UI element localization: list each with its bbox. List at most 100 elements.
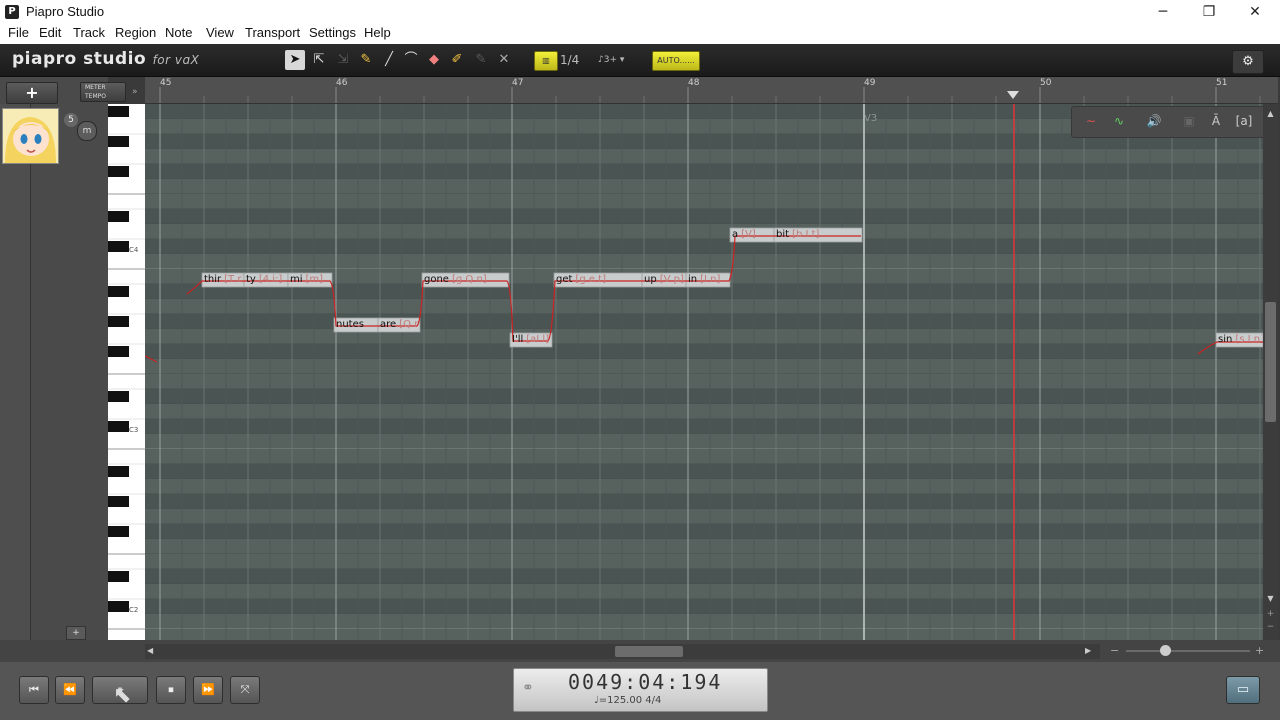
- note-label[interactable]: bit [b I t]: [776, 228, 861, 242]
- grid-row: [145, 404, 1263, 419]
- note-label[interactable]: up [V p]: [644, 273, 685, 287]
- scroll-down-icon[interactable]: ▼: [1265, 594, 1276, 604]
- note-label[interactable]: ty [4 i:]: [246, 273, 287, 287]
- track-mute-button[interactable]: m: [77, 121, 97, 141]
- zoom-in-icon[interactable]: +: [1255, 644, 1267, 658]
- loop-button[interactable]: ⤧: [230, 676, 260, 704]
- note-label[interactable]: gone [g Q n]: [424, 273, 508, 287]
- black-key[interactable]: [108, 346, 129, 357]
- black-key[interactable]: [108, 526, 129, 537]
- menu-settings[interactable]: Settings: [309, 25, 356, 40]
- timeline-ruler[interactable]: [145, 77, 1278, 104]
- menu-view[interactable]: View: [206, 25, 234, 40]
- menu-region[interactable]: Region: [115, 25, 156, 40]
- eraser-tool-icon[interactable]: ◆: [424, 50, 444, 70]
- lock-icon[interactable]: ▣: [1180, 112, 1198, 130]
- rewind-button[interactable]: ⏪: [55, 676, 85, 704]
- expand-icon[interactable]: »: [132, 82, 142, 102]
- gear-icon[interactable]: ⚙: [1232, 50, 1264, 74]
- black-key[interactable]: [108, 166, 129, 177]
- zoom-out-vertical-icon[interactable]: −: [1265, 622, 1276, 632]
- grid-row: [145, 419, 1263, 434]
- image-icon[interactable]: ▭: [1226, 676, 1260, 704]
- note-label[interactable]: get [g e t]: [556, 273, 641, 287]
- zoom-slider-track[interactable]: [1126, 650, 1250, 652]
- piano-keyboard[interactable]: [108, 104, 145, 640]
- black-key[interactable]: [108, 601, 129, 612]
- black-key[interactable]: [108, 391, 129, 402]
- add-track-button[interactable]: +: [6, 82, 58, 104]
- quantize-value[interactable]: 1/4: [560, 51, 590, 69]
- horizontal-scrollbar[interactable]: ◀ ▶: [145, 644, 1100, 659]
- snap-grid-button[interactable]: ▥: [534, 51, 558, 71]
- note-label[interactable]: in [I n]: [688, 273, 729, 287]
- black-key[interactable]: [108, 286, 129, 297]
- minimize-button[interactable]: ─: [1140, 0, 1186, 24]
- vertical-scrollbar[interactable]: ▲ ▼ + −: [1263, 104, 1278, 640]
- black-key[interactable]: [108, 211, 129, 222]
- add-small-button[interactable]: +: [66, 626, 86, 640]
- menu-edit[interactable]: Edit: [39, 25, 61, 40]
- black-key[interactable]: [108, 241, 129, 252]
- dynamics-icon[interactable]: ∿: [1110, 112, 1128, 130]
- note-label[interactable]: thir[T r]: [204, 273, 243, 287]
- black-key[interactable]: [108, 496, 129, 507]
- playhead-marker[interactable]: [1007, 91, 1019, 99]
- scroll-up-icon[interactable]: ▲: [1265, 109, 1276, 119]
- pencil-tool-icon[interactable]: ✎: [356, 50, 376, 70]
- note-label[interactable]: I'll [aI l]: [512, 333, 551, 347]
- menu-help[interactable]: Help: [364, 25, 391, 40]
- menu-note[interactable]: Note: [165, 25, 192, 40]
- black-key[interactable]: [108, 316, 129, 327]
- translate-icon[interactable]: Ā: [1207, 112, 1225, 130]
- quantize-dropdown[interactable]: ♪3+ ▾: [598, 51, 638, 69]
- disabled-tool-icon[interactable]: ✎: [471, 50, 491, 70]
- grid-row: [145, 629, 1263, 640]
- select-dim-tool-icon[interactable]: ⇲: [333, 50, 353, 70]
- black-key[interactable]: [108, 571, 129, 582]
- curve-tool-icon[interactable]: ⌒: [401, 50, 421, 70]
- note-label[interactable]: are[Q r]: [380, 318, 419, 332]
- delete-tool-icon[interactable]: ✕: [494, 50, 514, 70]
- black-key[interactable]: [108, 466, 129, 477]
- menu-track[interactable]: Track: [73, 25, 105, 40]
- multi-select-tool-icon[interactable]: ⇱: [309, 50, 329, 70]
- note-label[interactable]: nutes: [336, 318, 377, 332]
- link-icon[interactable]: ⚭: [522, 680, 534, 696]
- scroll-left-icon[interactable]: ◀: [147, 646, 157, 657]
- singer-avatar[interactable]: [2, 108, 59, 164]
- piano-roll-canvas[interactable]: V3: [145, 104, 1263, 640]
- note-lyric: ty: [246, 274, 256, 285]
- meter-tempo-button[interactable]: METER TEMPO: [80, 82, 126, 102]
- black-key[interactable]: [108, 106, 129, 117]
- go-to-start-button[interactable]: ⏮: [19, 676, 49, 704]
- phoneme-icon[interactable]: [a]: [1235, 112, 1253, 130]
- menu-file[interactable]: File: [8, 25, 29, 40]
- horizontal-scroll-thumb[interactable]: [615, 646, 683, 657]
- pitch-icon[interactable]: ∼: [1082, 112, 1100, 130]
- black-key[interactable]: [108, 421, 129, 432]
- zoom-out-icon[interactable]: −: [1110, 644, 1122, 658]
- zoom-in-vertical-icon[interactable]: +: [1265, 609, 1276, 619]
- piano-keys[interactable]: [108, 104, 145, 640]
- black-key[interactable]: [108, 136, 129, 147]
- note-phoneme: [s I n]: [1235, 334, 1262, 345]
- note-label[interactable]: a [V]: [732, 228, 773, 242]
- volume-icon[interactable]: 🔊: [1145, 112, 1163, 130]
- note-label[interactable]: mi [m]: [290, 273, 331, 287]
- line-tool-icon[interactable]: ╱: [379, 50, 399, 70]
- zoom-slider-thumb[interactable]: [1160, 645, 1171, 656]
- fast-forward-button[interactable]: ⏩: [193, 676, 223, 704]
- close-button[interactable]: ✕: [1232, 0, 1278, 24]
- auto-button[interactable]: AUTO......: [652, 51, 700, 71]
- menu-transport[interactable]: Transport: [245, 25, 300, 40]
- brush-tool-icon[interactable]: ✐: [447, 50, 467, 70]
- scroll-right-icon[interactable]: ▶: [1085, 646, 1095, 657]
- note-label[interactable]: sin [s I n]: [1218, 333, 1262, 347]
- window-title: Piapro Studio: [26, 4, 105, 19]
- vertical-scroll-thumb[interactable]: [1265, 302, 1276, 422]
- stop-button[interactable]: ⏹: [156, 676, 186, 704]
- pointer-tool-icon[interactable]: ➤: [285, 50, 305, 70]
- restore-button[interactable]: ❐: [1186, 0, 1232, 24]
- piano-roll-grid[interactable]: V3: [145, 104, 1263, 640]
